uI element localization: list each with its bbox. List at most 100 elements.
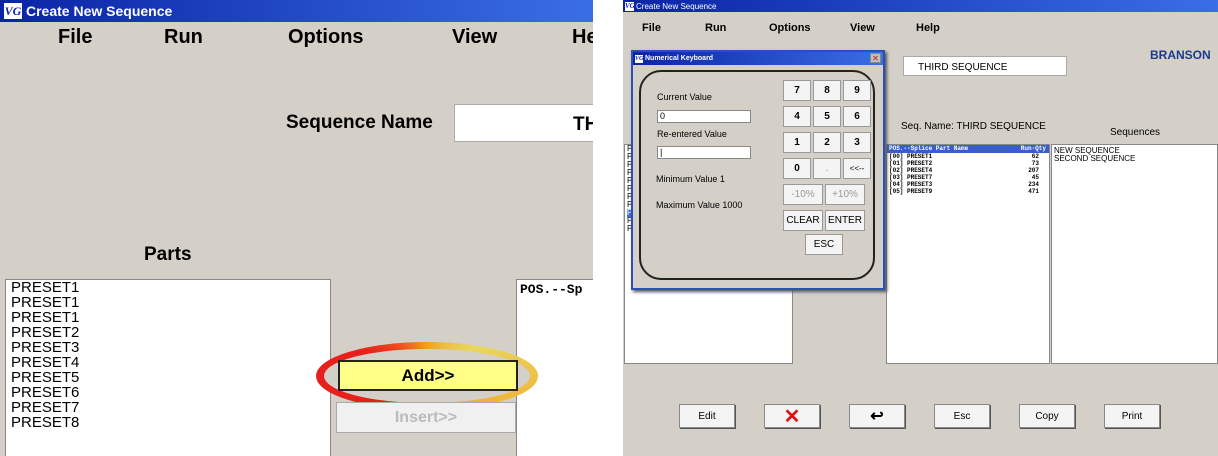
edit-button-label: Edit — [698, 410, 716, 422]
sequences-list[interactable]: NEW SEQUENCE SECOND SEQUENCE — [1051, 144, 1218, 364]
list-item[interactable]: PRESET5 — [11, 370, 330, 385]
branson-logo: BRANSON — [1150, 48, 1211, 62]
delete-icon: ✕ — [783, 405, 801, 428]
copy-button[interactable]: Copy — [1019, 404, 1075, 428]
add-button[interactable]: Add>> — [338, 360, 518, 391]
list-item[interactable]: SECOND SEQUENCE — [1054, 155, 1217, 163]
key-plus-10[interactable]: +10% — [825, 184, 865, 205]
header-qty: Run-Qty — [1020, 145, 1046, 152]
vg-logo-icon: VG — [625, 1, 635, 11]
key-6[interactable]: 6 — [843, 106, 871, 127]
list-item[interactable]: PRESET3 — [11, 340, 330, 355]
right-menu-view[interactable]: View — [850, 22, 875, 34]
row-pos: [02] PRESET4 — [889, 167, 933, 174]
sequence-name-input[interactable]: THIRD SEQUENCE — [903, 56, 1067, 76]
row-qty: 62 — [1031, 153, 1039, 160]
add-button-label: Add>> — [401, 365, 455, 385]
row-qty: 45 — [1031, 174, 1039, 181]
left-panel: VG Create New Sequence File Run Options … — [0, 0, 593, 456]
row-qty: 73 — [1031, 160, 1039, 167]
key-4[interactable]: 4 — [783, 106, 811, 127]
print-button-label: Print — [1121, 410, 1143, 422]
esc-button[interactable]: ESC — [805, 234, 843, 255]
table-row[interactable]: [00] PRESET1 62 — [887, 153, 1049, 160]
parts-list[interactable]: PRESET1 PRESET1 PRESET1 PRESET2 PRESET3 … — [5, 279, 331, 456]
parts-label: Parts — [144, 244, 192, 265]
table-header: POS.--Splice Part Name Run-Qty — [887, 145, 1049, 153]
current-value-field[interactable]: 0 — [657, 110, 751, 123]
table-row[interactable]: [04] PRESET3 234 — [887, 181, 1049, 188]
table-row[interactable]: [01] PRESET2 73 — [887, 160, 1049, 167]
close-icon[interactable]: ✕ — [870, 53, 881, 63]
reentered-value-label: Re-entered Value — [657, 129, 727, 139]
minimum-value-label: Minimum Value 1 — [656, 174, 725, 184]
key-0[interactable]: 0 — [783, 158, 811, 179]
left-menu-run[interactable]: Run — [164, 26, 203, 49]
delete-button[interactable]: ✕ — [764, 404, 820, 428]
back-button[interactable]: ↩ — [849, 404, 905, 428]
sequence-name-input[interactable]: TH — [454, 104, 593, 142]
row-pos: [04] PRESET3 — [889, 181, 933, 188]
vg-logo-icon: VG — [635, 54, 644, 63]
list-item[interactable]: PRESET6 — [11, 385, 330, 400]
insert-button-label: Insert>> — [394, 408, 458, 426]
list-item[interactable]: PRESET1 — [11, 295, 330, 310]
edit-button[interactable]: Edit — [679, 404, 735, 428]
vg-logo-icon: VG — [4, 3, 22, 19]
print-button[interactable]: Print — [1104, 404, 1160, 428]
enter-button[interactable]: ENTER — [825, 210, 865, 231]
row-pos: [00] PRESET1 — [889, 153, 933, 160]
left-menu-options[interactable]: Options — [288, 26, 364, 49]
right-menu-options[interactable]: Options — [769, 22, 811, 34]
sequences-label: Sequences — [1110, 127, 1161, 138]
header-pos: POS.--Splice Part Name — [889, 145, 969, 152]
numerical-keyboard-dialog: VG Numerical Keyboard ✕ Current Value 0 … — [631, 50, 885, 290]
key-8[interactable]: 8 — [813, 80, 841, 101]
keyboard-title: Numerical Keyboard — [645, 55, 714, 62]
key-3[interactable]: 3 — [843, 132, 871, 153]
key-1[interactable]: 1 — [783, 132, 811, 153]
return-arrow-icon: ↩ — [870, 408, 884, 425]
list-item[interactable]: PRESET8 — [11, 415, 330, 430]
row-pos: [03] PRESET7 — [889, 174, 933, 181]
keyboard-title-bar: VG Numerical Keyboard ✕ — [633, 52, 883, 65]
list-header: POS.--Sp — [520, 282, 583, 297]
right-menu-file[interactable]: File — [642, 22, 661, 34]
reentered-value: | — [660, 147, 663, 157]
table-row[interactable]: [03] PRESET7 45 — [887, 174, 1049, 181]
list-item[interactable]: PRESET1 — [11, 280, 330, 295]
left-window-title: Create New Sequence — [26, 3, 173, 19]
right-menu-run[interactable]: Run — [705, 22, 726, 34]
insert-button[interactable]: Insert>> — [336, 402, 516, 433]
key-decimal[interactable]: . — [813, 158, 841, 179]
left-menu-file[interactable]: File — [58, 26, 92, 49]
left-title-bar: VG Create New Sequence — [0, 0, 593, 22]
key-7[interactable]: 7 — [783, 80, 811, 101]
right-title-bar: VG Create New Sequence — [623, 0, 1218, 12]
row-qty: 207 — [1028, 167, 1039, 174]
right-menu-help[interactable]: Help — [916, 22, 940, 34]
key-minus-10[interactable]: -10% — [783, 184, 823, 205]
key-9[interactable]: 9 — [843, 80, 871, 101]
table-row[interactable]: [02] PRESET4 207 — [887, 167, 1049, 174]
left-menu-view[interactable]: View — [452, 26, 497, 49]
key-2[interactable]: 2 — [813, 132, 841, 153]
key-5[interactable]: 5 — [813, 106, 841, 127]
list-item[interactable]: PRESET2 — [11, 325, 330, 340]
clear-button[interactable]: CLEAR — [783, 210, 823, 231]
seq-name-label: Seq. Name: THIRD SEQUENCE — [901, 121, 1046, 132]
list-item[interactable]: PRESET1 — [11, 310, 330, 325]
current-value: 0 — [660, 111, 666, 121]
sequence-table[interactable]: POS.--Splice Part Name Run-Qty [00] PRES… — [886, 144, 1050, 364]
list-item[interactable]: PRESET4 — [11, 355, 330, 370]
reentered-value-field[interactable]: | — [657, 146, 751, 159]
sequence-name-value: THIRD SEQUENCE — [918, 62, 1008, 73]
list-item[interactable]: PRESET7 — [11, 400, 330, 415]
table-row[interactable]: [05] PRESET9 471 — [887, 188, 1049, 195]
right-panel: VG Create New Sequence File Run Options … — [623, 0, 1218, 456]
panel-gap — [593, 0, 623, 456]
esc-button[interactable]: Esc — [934, 404, 990, 428]
left-menu-help[interactable]: He — [572, 26, 593, 49]
maximum-value-label: Maximum Value 1000 — [656, 200, 743, 210]
key-backspace[interactable]: <<-- — [843, 158, 871, 179]
